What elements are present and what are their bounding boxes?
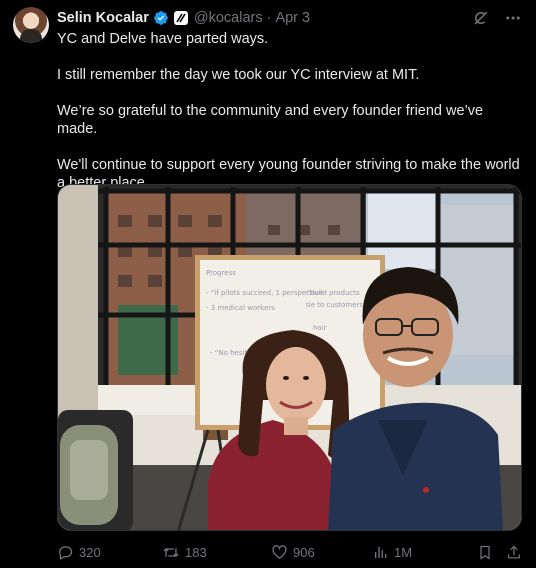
repost-icon [163, 547, 179, 557]
whiteboard-line-1: Progress [206, 269, 236, 277]
reply-button[interactable]: 320 [57, 544, 101, 561]
grok-icon[interactable] [472, 9, 490, 27]
like-count: 906 [293, 544, 315, 560]
whiteboard-line-5: tie to customers [306, 301, 363, 309]
heart-icon [272, 544, 287, 559]
photo-scene: Progress - “if pilots succeed, 1 perspec… [58, 185, 521, 530]
whiteboard-line-3: - 3 medical workers [206, 304, 275, 312]
views-chart-icon [375, 546, 387, 558]
post-date[interactable]: Apr 3 [275, 10, 310, 26]
author-handle[interactable]: @kocalars [194, 10, 263, 26]
post-text: YC and Delve have parted ways. I still r… [57, 30, 522, 210]
post-paragraph-2: I still remember the day we took our YC … [57, 67, 420, 83]
views-button[interactable]: 1M [373, 544, 412, 560]
bookmark-icon [480, 545, 490, 560]
views-count: 1M [394, 544, 413, 560]
whiteboard-line-4: “build products [306, 289, 360, 297]
verified-badge-icon [154, 11, 168, 25]
more-options-icon[interactable] [504, 9, 522, 27]
author-name[interactable]: Selin Kocalar [57, 10, 149, 26]
post-paragraph-3: We’re so grateful to the community and e… [57, 103, 484, 137]
like-button[interactable]: 906 [271, 544, 315, 561]
bookmark-button[interactable] [477, 544, 493, 561]
reply-count: 320 [79, 544, 101, 560]
share-icon [508, 545, 520, 558]
author-avatar[interactable] [13, 7, 49, 43]
reply-icon [59, 545, 73, 560]
affiliate-badge-icon[interactable] [173, 11, 188, 25]
share-button[interactable] [506, 544, 522, 561]
repost-count: 183 [185, 544, 207, 560]
repost-button[interactable]: 183 [162, 544, 207, 561]
whiteboard-line-6: hair [313, 324, 327, 332]
post-photo[interactable]: Progress - “if pilots succeed, 1 perspec… [57, 184, 522, 531]
post-header: Selin Kocalar @kocalars · Apr 3 [57, 8, 522, 28]
post-paragraph-1: YC and Delve have parted ways. [57, 31, 269, 47]
separator-dot: · [266, 10, 272, 26]
post-actions: 320 183 906 1M [57, 542, 522, 562]
